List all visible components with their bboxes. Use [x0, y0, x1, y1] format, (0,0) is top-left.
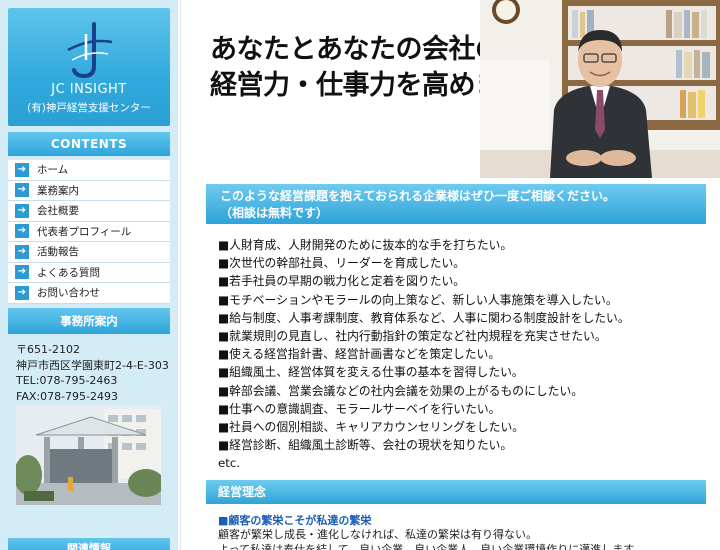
logo-subtitle: (有)神戸経営支援センター: [27, 102, 151, 114]
issue-list: ■人財育成、人財開発のために抜本的な手を打ちたい。 ■次世代の幹部社員、リーダー…: [218, 236, 698, 473]
sidebar-item-contact[interactable]: ➔ お問い合わせ: [8, 283, 170, 304]
site-logo[interactable]: JC INSIGHT (有)神戸経営支援センター: [8, 8, 170, 126]
sidebar-item-label: 活動報告: [37, 246, 79, 259]
logo-mark-icon: [67, 22, 113, 79]
sidebar-item-services[interactable]: ➔ 業務案内: [8, 180, 170, 201]
contents-heading: CONTENTS: [8, 132, 170, 156]
sidebar: JC INSIGHT (有)神戸経営支援センター CONTENTS ➔ ホーム …: [0, 0, 178, 550]
sidebar-item-label: ホーム: [37, 164, 69, 177]
list-item: ■人財育成、人財開発のために抜本的な手を打ちたい。: [218, 238, 513, 252]
sidebar-nav: ➔ ホーム ➔ 業務案内 ➔ 会社概要 ➔ 代表者プロフィール ➔ 活動報告 ➔…: [8, 160, 170, 304]
sidebar-item-faq[interactable]: ➔ よくある質問: [8, 262, 170, 283]
banner-line-1: このような経営課題を抱えておられる企業様はぜひ一度ご相談ください。: [220, 189, 616, 203]
arrow-right-icon: ➔: [15, 244, 29, 259]
office-info: 〒651-2102 神戸市西区学園東町2-4-E-303 TEL:078-795…: [16, 342, 176, 404]
office-heading: 事務所案内: [8, 308, 170, 334]
office-building-photo: [16, 405, 161, 505]
arrow-right-icon: ➔: [15, 183, 29, 198]
list-item: ■次世代の幹部社員、リーダーを育成したい。: [218, 256, 466, 271]
list-item: etc.: [218, 456, 241, 471]
philosophy-heading: 経営理念: [206, 480, 706, 504]
office-address: 神戸市西区学園東町2-4-E-303: [16, 358, 169, 372]
office-fax: FAX:078-795-2493: [16, 389, 119, 403]
list-item: ■若手社員の早期の戦力化と定着を図りたい。: [218, 274, 466, 289]
list-item: ■社員への個別相談、キャリアカウンセリングをしたい。: [218, 420, 525, 435]
list-item: ■給与制度、人事考課制度、教育体系など、人事に関わる制度設計をしたい。: [218, 310, 630, 325]
representative-image: [480, 0, 720, 178]
sidebar-item-label: 会社概要: [37, 205, 79, 218]
sidebar-item-profile[interactable]: ➔ 代表者プロフィール: [8, 221, 170, 242]
banner-line-2: （相談は無料です）: [220, 206, 329, 220]
arrow-right-icon: ➔: [15, 162, 29, 177]
related-heading: 関連情報: [8, 538, 170, 550]
arrow-right-icon: ➔: [15, 265, 29, 280]
sidebar-item-activity[interactable]: ➔ 活動報告: [8, 242, 170, 263]
list-item: ■就業規則の見直し、社内行動指針の策定など社内規程を充実させたい。: [218, 329, 607, 344]
philosophy-line-1: 顧客が繁栄し成長・進化しなければ、私達の繁栄は有り得ない。: [218, 528, 537, 541]
logo-name: JC INSIGHT: [51, 82, 127, 97]
philosophy-title: ■顧客の繁栄こそが私達の繁栄: [218, 514, 372, 527]
arrow-right-icon: ➔: [15, 285, 29, 300]
representative-photo: [480, 0, 720, 178]
consultation-banner: このような経営課題を抱えておられる企業様はぜひ一度ご相談ください。 （相談は無料…: [206, 184, 706, 224]
sidebar-item-label: お問い合わせ: [37, 287, 100, 300]
sidebar-item-label: 業務案内: [37, 184, 79, 197]
arrow-right-icon: ➔: [15, 224, 29, 239]
hero: あなたとあなたの会社の 経営力・仕事力を高めます。: [188, 0, 720, 178]
sidebar-item-label: よくある質問: [37, 266, 100, 279]
list-item: ■幹部会議、営業会議などの社内会議を効果の上がるものにしたい。: [218, 383, 584, 398]
list-item: ■使える経営指針書、経営計画書などを策定したい。: [218, 347, 501, 362]
list-item: ■組織風土、経営体質を変える仕事の基本を習得したい。: [218, 365, 524, 380]
office-tel: TEL:078-795-2463: [16, 374, 118, 387]
philosophy-line-2: よって私達は奉仕を結して、良い企業、良い企業人、良い企業環境作りに邁進します。: [218, 543, 645, 550]
list-item: ■モチベーションやモラールの向上策など、新しい人事施策を導入したい。: [218, 292, 618, 307]
sidebar-item-home[interactable]: ➔ ホーム: [8, 160, 170, 181]
building-image: [16, 405, 161, 505]
sidebar-item-company[interactable]: ➔ 会社概要: [8, 201, 170, 222]
arrow-right-icon: ➔: [15, 203, 29, 218]
column-divider: [180, 0, 181, 550]
office-postal: 〒651-2102: [16, 343, 80, 356]
philosophy-text: 顧客が繁栄し成長・進化しなければ、私達の繁栄は有り得ない。 よって私達は奉仕を結…: [218, 527, 698, 550]
sidebar-item-label: 代表者プロフィール: [37, 225, 132, 238]
list-item: ■経営診断、組織風土診断等、会社の現状を知りたい。: [218, 438, 513, 453]
list-item: ■仕事への意識調査、モラールサーベイを行いたい。: [218, 401, 501, 416]
